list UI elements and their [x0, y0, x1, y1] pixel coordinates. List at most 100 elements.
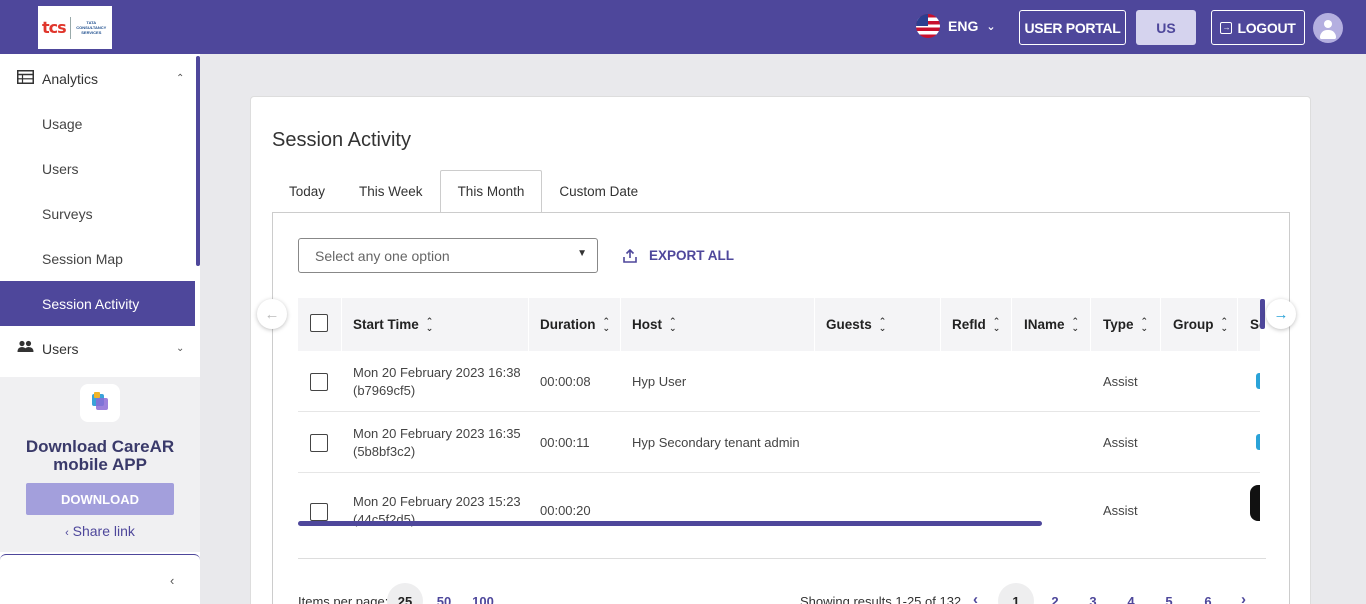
us-flag-icon: [916, 14, 940, 38]
language-label: ENG: [948, 18, 979, 34]
scroll-left-button[interactable]: ←: [257, 299, 287, 329]
column-iname[interactable]: IName ⌃ ⌄: [1012, 298, 1091, 351]
top-bar: tcs TATA CONSULTANCY SERVICES ENG ⌄ USER…: [0, 0, 1366, 54]
sidebar-item-surveys[interactable]: Surveys: [0, 191, 195, 236]
row-checkbox[interactable]: [310, 434, 328, 452]
carear-app-icon: [80, 384, 120, 422]
chevron-down-icon: ⌄: [986, 20, 996, 33]
sidebar-group-users[interactable]: Users ⌄: [0, 326, 195, 371]
share-link[interactable]: ‹ Share link: [0, 523, 200, 539]
export-all-label: EXPORT ALL: [649, 248, 735, 263]
status-badge: [1256, 373, 1260, 389]
page-size-100[interactable]: 100: [465, 583, 501, 604]
column-duration[interactable]: Duration ⌃ ⌄: [529, 298, 621, 351]
row-checkbox[interactable]: [310, 373, 328, 391]
upload-icon: [623, 248, 637, 263]
logout-button[interactable]: → LOGOUT: [1211, 10, 1305, 45]
date-tabs: Today This Week This Month Custom Date: [272, 170, 655, 213]
column-guests[interactable]: Guests ⌃ ⌄: [815, 298, 941, 351]
app-promo-title: Download CareAR mobile APP: [25, 437, 175, 474]
duration: 00:00:20: [540, 503, 591, 518]
language-selector[interactable]: ENG ⌄: [916, 14, 996, 38]
region-button[interactable]: US: [1136, 10, 1196, 45]
tab-custom-date[interactable]: Custom Date: [542, 170, 655, 213]
select-placeholder: Select any one option: [315, 247, 450, 264]
avatar[interactable]: [1313, 13, 1343, 43]
logo-subtext: TATA CONSULTANCY SERVICES: [76, 20, 107, 35]
sidebar-item-session-activity[interactable]: Session Activity: [0, 281, 195, 326]
page-6[interactable]: 6: [1190, 583, 1226, 604]
page-5[interactable]: 5: [1151, 583, 1187, 604]
sort-icon: ⌃ ⌄: [992, 315, 1001, 333]
user-portal-button[interactable]: USER PORTAL: [1019, 10, 1126, 45]
page-4[interactable]: 4: [1113, 583, 1149, 604]
sidebar-group-analytics[interactable]: Analytics ⌃: [0, 56, 195, 101]
table-row[interactable]: Mon 20 February 2023 15:23 (44c5f2d5) 00…: [298, 473, 1260, 528]
option-select[interactable]: Select any one option ▼: [298, 238, 598, 273]
sort-icon: ⌃ ⌄: [602, 315, 611, 333]
page-size-25[interactable]: 25: [387, 583, 423, 604]
sidebar-group-label: Users: [42, 340, 79, 357]
page-3[interactable]: 3: [1075, 583, 1111, 604]
sort-icon: ⌃ ⌄: [1071, 315, 1080, 333]
start-time: Mon 20 February 2023 16:35: [353, 426, 521, 441]
session-activity-card: Session Activity Today This Week This Mo…: [250, 96, 1311, 604]
host: Hyp User: [632, 374, 687, 389]
sidebar-item-users[interactable]: Users: [0, 146, 195, 191]
column-host[interactable]: Host ⌃ ⌄: [621, 298, 815, 351]
share-icon: ‹: [65, 527, 69, 539]
sort-icon: ⌃ ⌄: [425, 315, 434, 333]
type: Assist: [1103, 503, 1138, 518]
sidebar-item-usage[interactable]: Usage: [0, 101, 195, 146]
row-checkbox[interactable]: [310, 503, 328, 521]
status-badge: [1250, 485, 1260, 521]
app-promo: Download CareAR mobile APP DOWNLOAD ‹ Sh…: [0, 377, 200, 552]
tab-this-week[interactable]: This Week: [342, 170, 440, 213]
logo-text: tcs: [42, 18, 67, 37]
logout-label: LOGOUT: [1237, 19, 1296, 36]
divider: [298, 558, 1266, 559]
start-time: Mon 20 February 2023 16:38: [353, 365, 521, 380]
sidebar: Analytics ⌃ Usage Users Surveys Session …: [0, 54, 200, 604]
table-row[interactable]: Mon 20 February 2023 16:35 (5b8bf3c2) 00…: [298, 412, 1260, 473]
tab-this-month[interactable]: This Month: [439, 170, 543, 213]
scroll-right-button[interactable]: →: [1266, 299, 1296, 329]
export-all-button[interactable]: EXPORT ALL: [623, 248, 734, 263]
company-logo[interactable]: tcs TATA CONSULTANCY SERVICES: [38, 6, 112, 49]
table-row[interactable]: Mon 20 February 2023 16:38 (b7969cf5) 00…: [298, 351, 1260, 412]
previous-page-icon[interactable]: ‹: [973, 591, 978, 604]
items-per-page-label: Items per page:: [298, 594, 389, 604]
sidebar-item-session-map[interactable]: Session Map: [0, 236, 195, 281]
users-icon: [17, 340, 34, 357]
page-title: Session Activity: [272, 129, 411, 151]
page-2[interactable]: 2: [1037, 583, 1073, 604]
collapse-sidebar-icon[interactable]: ‹: [170, 573, 174, 588]
select-all-checkbox[interactable]: [310, 314, 328, 332]
sidebar-group-label: Analytics: [42, 70, 99, 87]
tab-panel: Select any one option ▼ EXPORT ALL Start…: [257, 212, 1296, 604]
table-icon: [17, 70, 34, 87]
share-link-label: Share link: [72, 523, 135, 539]
sort-icon: ⌃ ⌄: [878, 315, 887, 333]
horizontal-scrollbar[interactable]: [298, 521, 1042, 526]
page-size-50[interactable]: 50: [426, 583, 462, 604]
arrow-left-icon: ←: [264, 305, 280, 323]
column-start-time[interactable]: Start Time ⌃ ⌄: [342, 298, 529, 351]
duration: 00:00:08: [540, 374, 591, 389]
host: Hyp Secondary tenant admin: [632, 435, 800, 450]
arrow-right-icon: →: [1273, 305, 1289, 323]
pagination: Items per page: 25 50 100 Showing result…: [298, 578, 1260, 604]
column-type[interactable]: Type ⌃ ⌄: [1091, 298, 1161, 351]
sidebar-scrollbar[interactable]: [196, 56, 200, 266]
status-badge: [1256, 434, 1260, 450]
tab-today[interactable]: Today: [272, 170, 342, 213]
column-se[interactable]: Se: [1238, 298, 1260, 351]
column-group[interactable]: Group ⌃ ⌄: [1161, 298, 1238, 351]
page-1[interactable]: 1: [998, 583, 1034, 604]
column-scroll-indicator: [1260, 299, 1265, 329]
type: Assist: [1103, 435, 1138, 450]
download-button[interactable]: DOWNLOAD: [26, 483, 174, 515]
column-refid[interactable]: RefId ⌃ ⌄: [941, 298, 1012, 351]
next-page-icon[interactable]: ›: [1241, 591, 1246, 604]
sidebar-footer: ‹: [0, 554, 200, 604]
